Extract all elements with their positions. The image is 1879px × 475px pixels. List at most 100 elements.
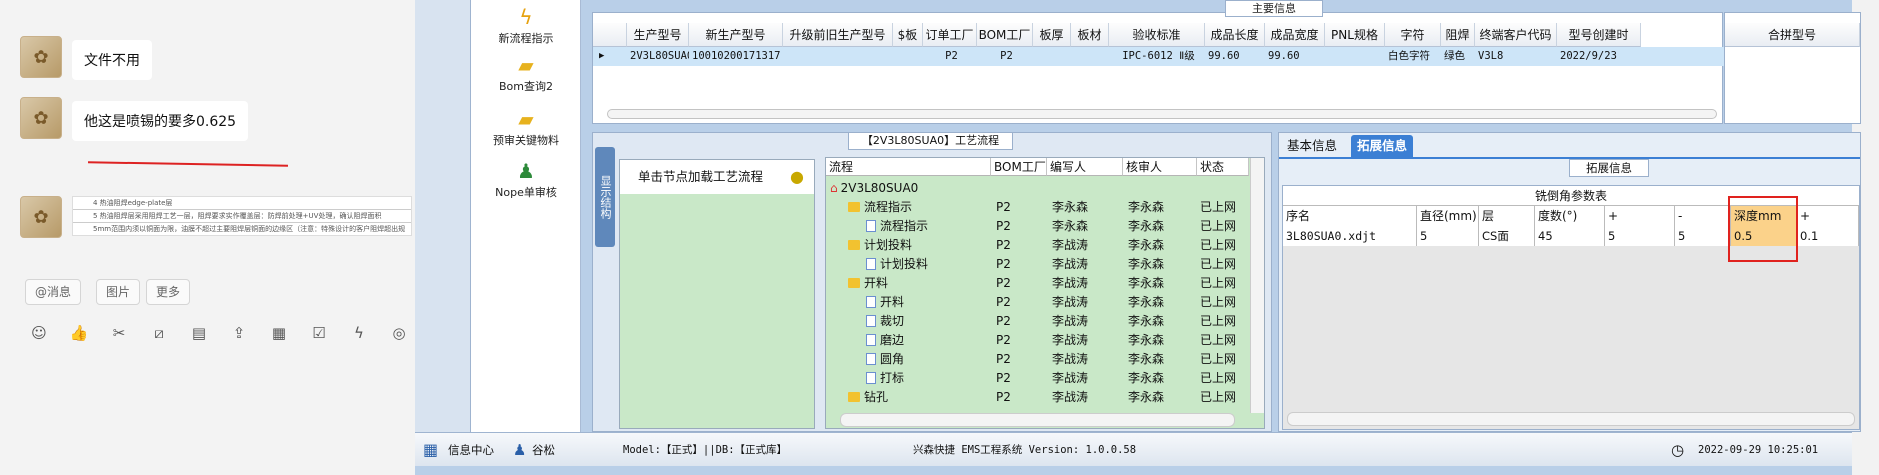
tree-node[interactable]: 流程指示 [848,198,912,217]
avatar[interactable]: ✿ [20,196,62,238]
table-cell[interactable]: 白色字符 [1385,47,1441,66]
tree-node[interactable]: 开料 [866,293,904,312]
tree-node[interactable]: 圆角 [866,350,904,369]
tree-node[interactable]: 打标 [866,369,904,388]
image-button[interactable]: 图片 [96,279,141,305]
column-header[interactable]: 字符 [1385,23,1441,47]
table-cell[interactable]: 99.60 [1265,47,1325,66]
column-header[interactable]: 序名 [1283,206,1417,226]
scissors-icon[interactable]: ✂ [109,323,129,343]
tree-row[interactable]: 打标 P2 李战涛 李永森 已上网 [826,369,1246,388]
table-cell[interactable]: 2022/9/23 [1557,47,1641,66]
load-flow-header[interactable]: 单击节点加载工艺流程 ● [620,160,814,194]
camera-icon[interactable]: ◎ [389,323,409,343]
column-header[interactable]: 订单工厂 [923,23,977,47]
tab-extended-info[interactable]: 拓展信息 [1351,135,1414,157]
horizontal-scrollbar[interactable] [607,109,1717,119]
column-header[interactable]: 型号创建时 [1557,23,1641,47]
tree-node[interactable]: 钻孔 [848,388,888,407]
tree-node[interactable]: ⌂ 2V3L80SUA0 [830,179,918,198]
column-header[interactable]: 终端客户代码 [1475,23,1557,47]
tree-row[interactable]: 钻孔 P2 李战涛 李永森 已上网 [826,388,1246,407]
table-cell[interactable]: 5 [1417,226,1479,246]
column-header[interactable]: 生产型号 [627,23,689,47]
tree-row[interactable]: 开料 P2 李战涛 李永森 已上网 [826,274,1246,293]
column-header[interactable]: 编写人 [1047,158,1123,176]
table-cell[interactable]: 2V3L80SUA0 [627,47,689,66]
nav-item-new-flow[interactable]: ϟ 新流程指示 [471,6,581,46]
smile-icon[interactable]: ☺ [29,323,49,343]
calendar-icon[interactable]: ▦ [269,323,289,343]
table-cell[interactable]: IPC-6012 Ⅱ级 [1109,47,1205,66]
nav-item-prereview[interactable]: ▰ 预审关键物料 [471,108,581,148]
table-cell[interactable]: 5 [1605,226,1675,246]
column-header[interactable]: 板厚 [1033,23,1071,47]
table-cell[interactable]: 99.60 [1205,47,1265,66]
tab-basic-info[interactable]: 基本信息 [1281,135,1343,157]
nav-item-bom-query[interactable]: ▰ Bom查询2 [471,54,581,94]
column-header[interactable]: 度数(°) [1535,206,1605,226]
tree-node[interactable]: 计划投料 [848,236,912,255]
column-header[interactable]: 阻焊 [1441,23,1475,47]
lightning-icon[interactable]: ϟ [349,323,369,343]
column-header[interactable]: - [1675,206,1731,226]
tree-node[interactable]: 流程指示 [866,217,928,236]
tree-node[interactable]: 计划投料 [866,255,928,274]
column-header[interactable]: 成品宽度 [1265,23,1325,47]
table-cell[interactable]: P2 [977,47,1033,66]
horizontal-scrollbar[interactable] [1287,412,1855,426]
table-cell[interactable]: 绿色 [1441,47,1475,66]
column-header[interactable]: 升级前旧生产型号 [783,23,893,47]
nav-item-nope-review[interactable]: ♟ Nope单审核 [471,160,581,200]
structure-side-tab[interactable]: 显示结构 [595,147,615,247]
table-cell[interactable]: 10010200171317 [689,47,783,66]
column-header[interactable]: 验收标准 [1109,23,1205,47]
checkbox-icon[interactable]: ☑ [309,323,329,343]
slash-icon[interactable]: ⧄ [149,323,169,343]
avatar[interactable]: ✿ [20,97,62,139]
column-header[interactable]: PNL规格 [1325,23,1385,47]
info-center-link[interactable]: 信息中心 [448,433,494,467]
table-cell[interactable]: 5 [1675,226,1731,246]
thumbs-up-icon[interactable]: 👍 [69,323,89,343]
tree-node[interactable]: 裁切 [866,312,904,331]
table-cell[interactable]: V3L8 [1475,47,1557,66]
new-doc-icon[interactable]: ▤ [189,323,209,343]
tree-row[interactable]: 计划投料 P2 李战涛 李永森 已上网 [826,255,1246,274]
more-button[interactable]: 更多 [146,279,191,305]
column-header[interactable]: 核审人 [1123,158,1197,176]
document-preview[interactable]: 4 热油阻焊edge-plate层 5 热油阻焊层采用阻焊工艺一层，阻焊要求实作… [72,196,412,236]
tree-node[interactable]: 开料 [848,274,888,293]
column-header[interactable]: 流程 [826,158,991,176]
column-header[interactable]: 合拼型号 [1725,23,1860,47]
mention-button[interactable]: @消息 [25,279,82,305]
column-header[interactable]: 状态 [1197,158,1249,176]
table-cell[interactable]: 0.1 [1797,226,1859,246]
tree-row[interactable]: 开料 P2 李战涛 李永森 已上网 [826,293,1246,312]
column-header[interactable]: 层 [1479,206,1535,226]
tree-node[interactable]: 磨边 [866,331,904,350]
column-header[interactable]: + [1605,206,1675,226]
table-cell[interactable]: P2 [923,47,977,66]
table-cell[interactable]: 45 [1535,226,1605,246]
tree-row[interactable]: ⌂ 2V3L80SUA0 [826,179,1246,198]
column-header[interactable]: 板材 [1071,23,1109,47]
table-cell[interactable]: CS面 [1479,226,1535,246]
vertical-scrollbar[interactable] [1250,158,1264,413]
table-cell[interactable]: 3L80SUA0.xdjt [1283,226,1417,246]
column-header[interactable]: BOM工厂 [977,23,1033,47]
tree-row[interactable]: 流程指示 P2 李永森 李永森 已上网 [826,217,1246,236]
column-header[interactable]: 成品长度 [1205,23,1265,47]
column-header[interactable]: 直径(mm) [1417,206,1479,226]
tree-row[interactable]: 圆角 P2 李战涛 李永森 已上网 [826,350,1246,369]
column-header[interactable]: BOM工厂 [991,158,1047,176]
tree-row[interactable]: 磨边 P2 李战涛 李永森 已上网 [826,331,1246,350]
horizontal-scrollbar[interactable] [840,413,1235,427]
avatar[interactable]: ✿ [20,36,62,78]
column-header[interactable]: + [1797,206,1859,226]
share-icon[interactable]: ⇪ [229,323,249,343]
column-header[interactable]: 新生产型号 [689,23,783,47]
tree-row[interactable]: 计划投料 P2 李战涛 李永森 已上网 [826,236,1246,255]
tree-row[interactable]: 裁切 P2 李战涛 李永森 已上网 [826,312,1246,331]
column-header[interactable]: $板 [893,23,923,47]
